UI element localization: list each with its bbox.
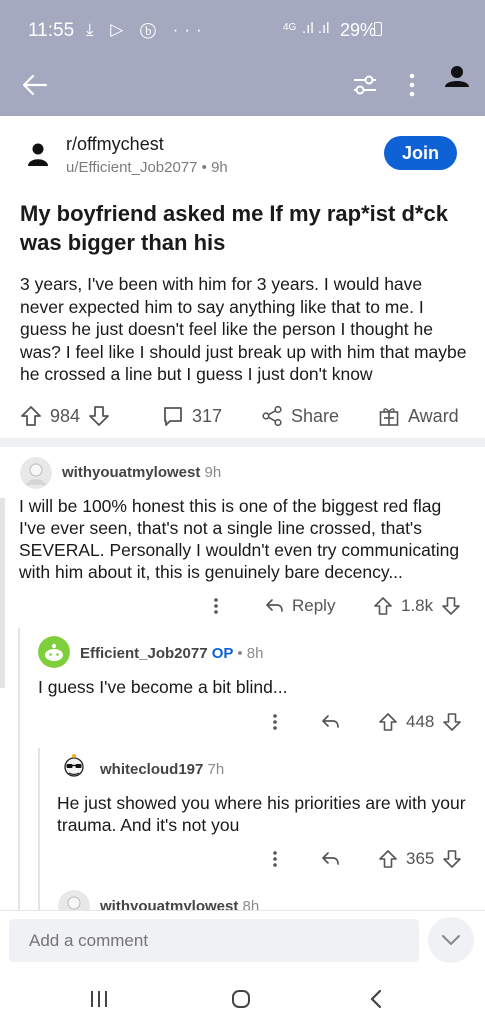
- comment-body: He just showed you where his priorities …: [57, 793, 466, 835]
- reply-arrow-icon[interactable]: [320, 708, 340, 736]
- comment-author-line: whitecloud197 7h: [100, 761, 224, 778]
- post-header: r/offmychest u/Efficient_Job2077 • 9h Jo…: [0, 116, 485, 191]
- more-options-icon[interactable]: [267, 845, 283, 873]
- user-avatar[interactable]: [20, 457, 52, 489]
- system-nav-bar: [0, 976, 485, 1024]
- app-bar: [0, 58, 485, 116]
- downvote-icon[interactable]: [442, 849, 462, 869]
- status-time: 11:55: [28, 20, 75, 41]
- comment-vote-count: 365: [406, 849, 435, 868]
- comment-vote-group: 365: [378, 845, 462, 873]
- award-gift-icon: [379, 408, 399, 426]
- comment-vote-group: 1.8k: [373, 592, 461, 620]
- more-options-icon[interactable]: [208, 592, 224, 620]
- add-comment-input[interactable]: [9, 919, 419, 962]
- battery-level: 29%: [340, 20, 377, 40]
- comment: withyouatmylowest 9h I will be 100% hone…: [0, 455, 485, 625]
- reply-arrow-icon: [266, 599, 283, 612]
- comment-author[interactable]: Efficient_Job2077: [80, 645, 208, 662]
- post-actions: 984 317 Share Award: [0, 401, 485, 431]
- comment-vote-count: 448: [406, 712, 435, 731]
- share-label: Share: [291, 405, 340, 426]
- award-button[interactable]: Award: [378, 401, 459, 431]
- comment-actions: Reply 1.8k: [0, 592, 485, 620]
- comment-bubble-icon: [164, 407, 182, 426]
- comment-author[interactable]: whitecloud197: [100, 761, 203, 778]
- comment-author-line: withyouatmylowest 8h: [100, 898, 259, 910]
- downvote-icon[interactable]: [442, 712, 462, 732]
- expand-composer-button[interactable]: [428, 917, 474, 963]
- comment: withyouatmylowest 8h: [0, 888, 485, 910]
- reply-button[interactable]: Reply: [264, 592, 335, 620]
- share-icon: [262, 405, 282, 427]
- comment-body: I will be 100% honest this is one of the…: [19, 496, 460, 582]
- user-avatar[interactable]: [38, 636, 70, 668]
- comments-button[interactable]: 317: [162, 401, 222, 431]
- signal-icon: .ıl .ıl: [302, 20, 330, 37]
- comment-composer: [0, 910, 485, 976]
- downvote-icon[interactable]: [441, 596, 461, 616]
- upvote-icon[interactable]: [20, 405, 42, 427]
- post-author[interactable]: u/Efficient_Job2077: [66, 159, 198, 176]
- reply-label: Reply: [292, 596, 336, 615]
- comment-author-line: withyouatmylowest 9h: [62, 464, 221, 481]
- comment-age: 9h: [204, 464, 222, 481]
- comment-actions: 448: [0, 708, 485, 736]
- user-icon[interactable]: [444, 64, 470, 94]
- battery-icon: [374, 22, 382, 36]
- more-vertical-icon[interactable]: [404, 72, 420, 98]
- subreddit-avatar-icon[interactable]: [28, 142, 48, 168]
- post-vote-group: 984: [20, 401, 110, 431]
- post-vote-count: 984: [50, 405, 81, 426]
- comment-actions: 365: [0, 845, 485, 873]
- upvote-icon[interactable]: [373, 596, 393, 616]
- comment-author[interactable]: withyouatmylowest: [62, 464, 200, 481]
- post-body: 3 years, I've been with him for 3 years.…: [20, 274, 467, 384]
- section-divider: [0, 438, 485, 447]
- post-age: 9h: [211, 159, 228, 176]
- subreddit-name[interactable]: r/offmychest: [66, 134, 164, 155]
- back-icon[interactable]: [362, 986, 392, 1012]
- comment: whitecloud197 7h He just showed you wher…: [0, 752, 485, 872]
- comment-author[interactable]: withyouatmylowest: [100, 898, 238, 910]
- separator-dot: •: [201, 159, 212, 176]
- reply-arrow-icon[interactable]: [320, 845, 340, 873]
- comment-vote-count: 1.8k: [401, 596, 434, 615]
- user-avatar[interactable]: [58, 752, 90, 784]
- status-bar: 11:55 ⤓ ▷ ⓑ ··· 4G .ıl .ıl 29%: [0, 0, 485, 58]
- chevron-down-icon: [442, 935, 460, 946]
- post-title: My boyfriend asked me If my rap*ist d*ck…: [20, 201, 448, 255]
- notification-icons: ⤓ ▷ ⓑ ···: [86, 20, 208, 39]
- op-badge: OP: [211, 645, 234, 662]
- downvote-icon[interactable]: [88, 405, 110, 427]
- comment-vote-group: 448: [378, 708, 462, 736]
- recent-apps-icon[interactable]: [84, 986, 114, 1012]
- comment-body: I guess I've become a bit blind...: [38, 677, 288, 697]
- post-author-line: u/Efficient_Job2077 • 9h: [66, 159, 228, 176]
- comment-age: 8h: [246, 645, 264, 662]
- comment-author-line: Efficient_Job2077 OP • 8h: [80, 645, 263, 662]
- home-icon[interactable]: [226, 986, 256, 1012]
- share-button[interactable]: Share: [261, 401, 339, 431]
- comment-age: 7h: [207, 761, 225, 778]
- separator-dot: •: [237, 645, 243, 662]
- upvote-icon[interactable]: [378, 849, 398, 869]
- network-label: 4G: [283, 22, 297, 33]
- filter-icon[interactable]: [352, 72, 378, 98]
- comment-age: 8h: [242, 898, 260, 910]
- back-arrow-icon[interactable]: [20, 70, 50, 100]
- comment: Efficient_Job2077 OP • 8h I guess I've b…: [0, 636, 485, 736]
- upvote-icon[interactable]: [378, 712, 398, 732]
- user-avatar[interactable]: [58, 890, 90, 910]
- more-options-icon[interactable]: [267, 708, 283, 736]
- join-button[interactable]: Join: [384, 136, 457, 170]
- post-comment-count: 317: [192, 405, 223, 426]
- award-label: Award: [408, 405, 459, 426]
